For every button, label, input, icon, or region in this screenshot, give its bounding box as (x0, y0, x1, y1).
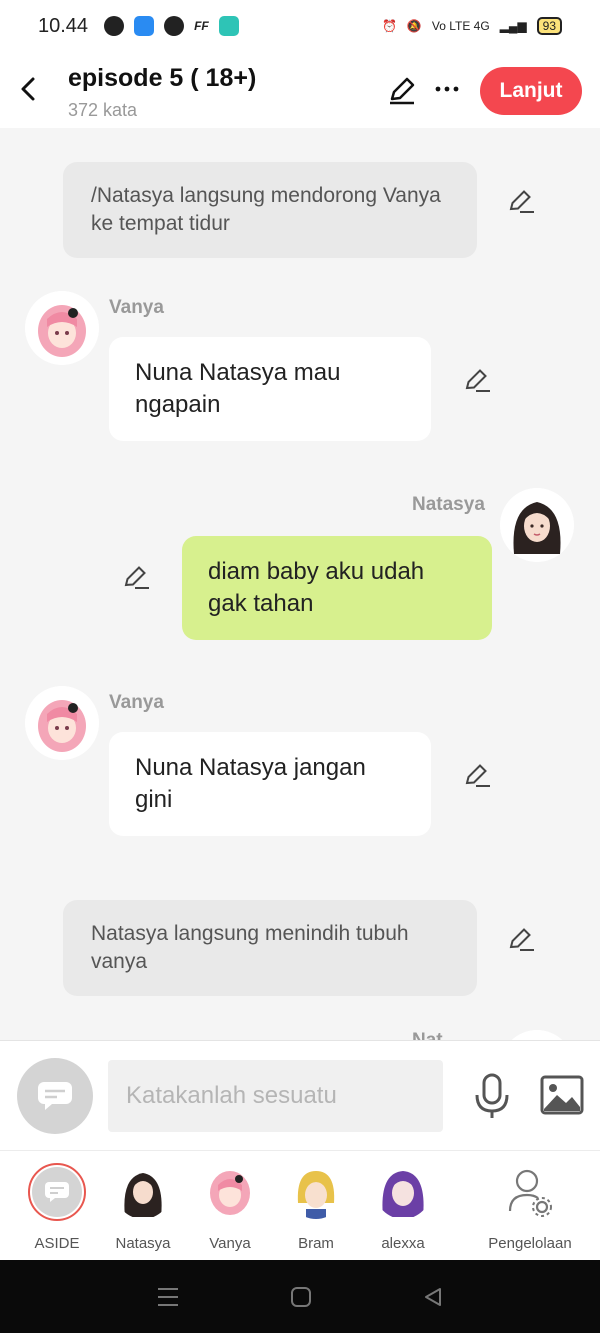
alarm-icon: ⏰ (381, 19, 397, 33)
outgoing-message[interactable]: diam baby aku udah gak tahan (182, 536, 492, 640)
person-settings-icon (508, 1169, 552, 1217)
character-bar: ASIDE Natasya Vanya Bram alexxa Pengelol… (0, 1150, 600, 1260)
vanya-avatar[interactable] (25, 291, 99, 365)
next-button[interactable]: Lanjut (480, 67, 582, 115)
character-label: Bram (298, 1235, 334, 1252)
whatsapp-icon (104, 16, 125, 36)
image-icon[interactable] (540, 1075, 584, 1115)
manage-characters[interactable]: Pengelolaan (482, 1163, 578, 1252)
edit-message-icon[interactable] (121, 562, 151, 592)
status-time: 10.44 (38, 14, 89, 37)
character-alexxa[interactable]: alexxa (363, 1163, 443, 1252)
edit-pencil-icon[interactable] (386, 74, 418, 106)
narration-bubble[interactable]: /Natasya langsung mendorong Vanya ke tem… (63, 162, 477, 258)
character-label: Vanya (209, 1235, 251, 1252)
status-bar: 10.44 FF ⏰ 🔕 Vo LTE 4G ▂▄▆ 93 (0, 0, 600, 52)
natasya-avatar[interactable] (500, 1030, 574, 1040)
sender-name: Natasya (412, 494, 485, 515)
edit-message-icon[interactable] (462, 365, 492, 395)
composer-bar (0, 1040, 600, 1150)
mute-icon: 🔕 (406, 19, 422, 33)
ff-icon: FF (194, 19, 209, 33)
bram-avatar (288, 1163, 344, 1219)
notification-icons: FF (104, 16, 239, 36)
editor-header: episode 5 ( 18+) 372 kata Lanjut (0, 52, 600, 128)
character-vanya[interactable]: Vanya (190, 1163, 270, 1252)
vanya-avatar (202, 1163, 258, 1219)
narration-bubble[interactable]: Natasya langsung menindih tubuh vanya (63, 900, 477, 996)
character-label: alexxa (381, 1235, 425, 1252)
back-arrow-icon[interactable] (14, 74, 44, 104)
episode-title: episode 5 ( 18+) (68, 64, 257, 92)
edit-message-icon[interactable] (506, 924, 536, 954)
edit-message-icon[interactable] (462, 760, 492, 790)
system-nav-bar (0, 1260, 600, 1333)
character-label: ASIDE (34, 1235, 80, 1252)
alexxa-avatar (375, 1163, 431, 1219)
word-count: 372 kata (68, 100, 138, 120)
natasya-avatar (115, 1163, 171, 1219)
battery-icon: 93 (536, 17, 562, 35)
vanya-avatar[interactable] (25, 686, 99, 760)
network-label: Vo LTE 4G (431, 19, 490, 33)
chat-app-icon (218, 16, 239, 36)
microphone-icon[interactable] (472, 1073, 512, 1119)
app-icon (134, 16, 155, 36)
chat-area[interactable]: /Natasya langsung mendorong Vanya ke tem… (0, 128, 600, 1040)
chrome-icon (164, 16, 185, 36)
sender-name: Vanya (109, 692, 164, 713)
sender-name: Vanya (109, 297, 164, 318)
natasya-avatar[interactable] (500, 488, 574, 562)
character-aside[interactable]: ASIDE (17, 1163, 97, 1252)
aside-icon (38, 1082, 72, 1110)
aside-avatar (28, 1163, 86, 1221)
incoming-message[interactable]: Nuna Natasya jangan gini (109, 732, 431, 836)
menu-icon[interactable] (156, 1286, 180, 1308)
incoming-message[interactable]: Nuna Natasya mau ngapain (109, 337, 431, 441)
more-options-icon[interactable] (432, 74, 462, 104)
message-input[interactable] (108, 1060, 443, 1132)
sender-name-partial: Nat (412, 1030, 443, 1040)
character-bram[interactable]: Bram (276, 1163, 356, 1252)
home-icon[interactable] (290, 1286, 312, 1308)
back-icon[interactable] (422, 1286, 444, 1308)
manage-label: Pengelolaan (488, 1235, 572, 1252)
aside-icon (45, 1182, 69, 1202)
signal-icon: ▂▄▆ (499, 19, 527, 33)
status-right: ⏰ 🔕 Vo LTE 4G ▂▄▆ 93 (382, 17, 562, 35)
character-label: Natasya (115, 1235, 171, 1252)
edit-message-icon[interactable] (506, 186, 536, 216)
character-natasya[interactable]: Natasya (103, 1163, 183, 1252)
aside-toggle-button[interactable] (17, 1058, 93, 1134)
